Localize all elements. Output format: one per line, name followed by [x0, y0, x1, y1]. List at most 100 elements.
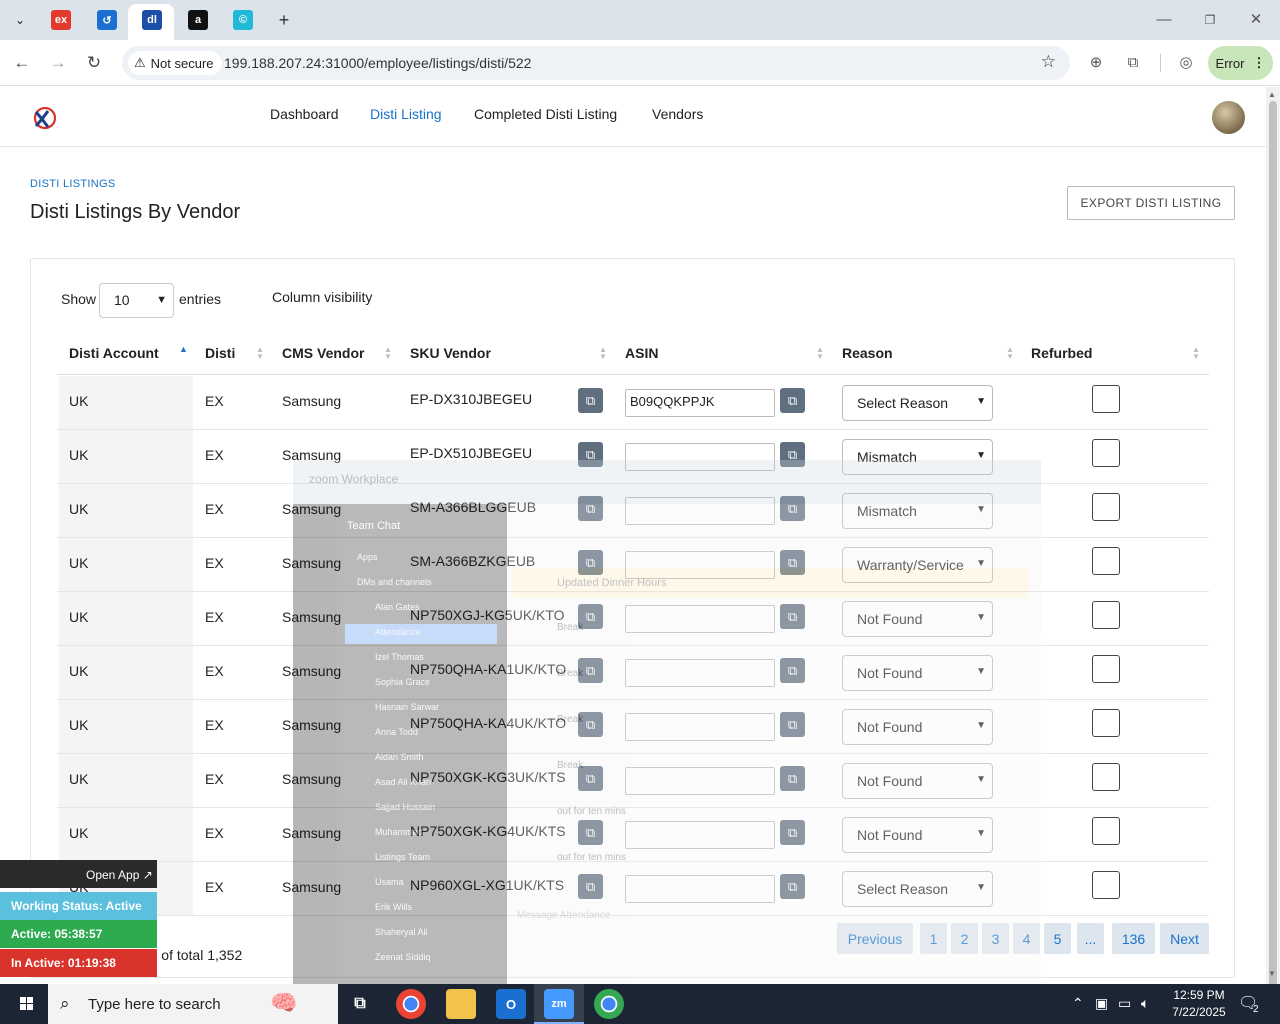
refurbed-checkbox[interactable] [1092, 655, 1120, 683]
th-asin[interactable]: ASIN [625, 345, 658, 361]
clock-time[interactable]: 12:59 PM [1171, 988, 1227, 1002]
network-icon[interactable]: ▭ [1118, 995, 1131, 1012]
refurbed-checkbox[interactable] [1092, 439, 1120, 467]
th-disti[interactable]: Disti [205, 345, 235, 361]
asin-input[interactable] [625, 767, 775, 795]
uk-logo-icon[interactable] [32, 105, 58, 131]
th-disti-account[interactable]: Disti Account [69, 345, 159, 361]
back-arrow-icon[interactable]: ← [10, 51, 34, 75]
copy-asin-button[interactable]: ⧉ [780, 604, 805, 629]
reason-select[interactable]: Mismatch ▼ [842, 493, 993, 529]
pagination-4[interactable]: 4 [1013, 923, 1040, 954]
new-tab-plus-icon[interactable]: + [271, 7, 297, 33]
entries-per-page-select[interactable]: 10 ▼ [99, 283, 174, 318]
security-indicator[interactable]: ⚠ Not secure [128, 51, 222, 75]
windows-start-icon[interactable] [6, 984, 46, 1024]
nav-vendors[interactable]: Vendors [652, 106, 703, 122]
refurbed-checkbox[interactable] [1092, 709, 1120, 737]
copy-asin-button[interactable]: ⧉ [780, 820, 805, 845]
copy-asin-button[interactable]: ⧉ [780, 388, 805, 413]
scroll-down-arrow-icon[interactable]: ▼ [1268, 969, 1276, 978]
c-favicon[interactable]: © [233, 10, 253, 30]
asin-input[interactable] [625, 605, 775, 633]
column-visibility-button[interactable]: Column visibility [272, 289, 372, 305]
reload-icon[interactable]: ↻ [82, 51, 106, 75]
asin-input[interactable] [625, 497, 775, 525]
tray-chevron-up-icon[interactable]: ⌃ [1072, 995, 1084, 1012]
copy-sku-button[interactable]: ⧉ [578, 442, 603, 467]
copy-sku-button[interactable]: ⧉ [578, 874, 603, 899]
refurbed-checkbox[interactable] [1092, 547, 1120, 575]
breadcrumb[interactable]: DISTI LISTINGS [30, 178, 116, 190]
chrome-icon[interactable] [396, 989, 426, 1019]
extensions-puzzle-icon[interactable]: ⧉ [1122, 52, 1144, 74]
copy-asin-button[interactable]: ⧉ [780, 496, 805, 521]
refurbed-checkbox[interactable] [1092, 601, 1120, 629]
pagination-5[interactable]: 5 [1044, 923, 1071, 954]
reason-select[interactable]: Not Found ▼ [842, 601, 993, 637]
task-view-icon[interactable]: ⧉ [345, 989, 375, 1019]
pagination-1[interactable]: 1 [920, 923, 947, 954]
copy-asin-button[interactable]: ⧉ [780, 712, 805, 737]
clock-date[interactable]: 7/22/2025 [1167, 1005, 1231, 1019]
export-disti-listing-button[interactable]: EXPORT DISTI LISTING [1067, 186, 1235, 220]
tab-search-chevron-icon[interactable]: ⌄ [7, 7, 33, 33]
copy-asin-button[interactable]: ⧉ [780, 442, 805, 467]
scrollbar-thumb[interactable] [1269, 101, 1277, 1017]
th-sku-vendor[interactable]: SKU Vendor [410, 345, 491, 361]
copy-sku-button[interactable]: ⧉ [578, 550, 603, 575]
asin-input[interactable] [625, 875, 775, 903]
reason-select[interactable]: Select Reason ▼ [842, 871, 993, 907]
url-text[interactable]: 199.188.207.24:31000/employee/listings/d… [224, 55, 531, 71]
pagination-next[interactable]: Next [1160, 923, 1209, 954]
copy-asin-button[interactable]: ⧉ [780, 658, 805, 683]
open-app-button[interactable]: Open App ↗ [0, 860, 157, 888]
refurbed-checkbox[interactable] [1092, 871, 1120, 899]
outlook-icon[interactable]: O [496, 989, 526, 1019]
volume-icon[interactable]: 🔈︎ [1141, 995, 1149, 1012]
copy-sku-button[interactable]: ⧉ [578, 820, 603, 845]
chrome-profile-icon[interactable] [594, 989, 624, 1019]
translate-globe-icon[interactable]: ⊕ [1085, 52, 1107, 74]
minimize-icon[interactable]: — [1154, 10, 1174, 30]
copy-sku-button[interactable]: ⧉ [578, 496, 603, 521]
pagination-136[interactable]: 136 [1112, 923, 1155, 954]
nav-dashboard[interactable]: Dashboard [270, 106, 339, 122]
profile-icon[interactable]: ◎ [1175, 52, 1197, 74]
th-cms-vendor[interactable]: CMS Vendor [282, 345, 364, 361]
restore-icon[interactable]: ❐ [1200, 10, 1220, 30]
reason-select[interactable]: Mismatch ▼ [842, 439, 993, 475]
copy-asin-button[interactable]: ⧉ [780, 874, 805, 899]
amazon-favicon[interactable]: a [188, 10, 208, 30]
asin-input[interactable]: B09QQKPPJK [625, 389, 775, 417]
blue-arrow-favicon[interactable]: ↺ [97, 10, 117, 30]
close-window-icon[interactable]: ✕ [1246, 10, 1266, 30]
asin-input[interactable] [625, 659, 775, 687]
copy-sku-button[interactable]: ⧉ [578, 712, 603, 737]
scroll-up-arrow-icon[interactable]: ▲ [1268, 90, 1276, 99]
forward-arrow-icon[interactable]: → [46, 51, 70, 75]
reason-select[interactable]: Not Found ▼ [842, 709, 993, 745]
reason-select[interactable]: Warranty/Service ▼ [842, 547, 993, 583]
asin-input[interactable] [625, 443, 775, 471]
pagination-3[interactable]: 3 [982, 923, 1009, 954]
reason-select[interactable]: Select Reason ▼ [842, 385, 993, 421]
taskbar-search-box[interactable]: ⌕ Type here to search 🧠 [48, 984, 338, 1024]
avatar[interactable] [1212, 101, 1245, 134]
pagination-2[interactable]: 2 [951, 923, 978, 954]
reason-select[interactable]: Not Found ▼ [842, 817, 993, 853]
refurbed-checkbox[interactable] [1092, 493, 1120, 521]
asin-input[interactable] [625, 821, 775, 849]
nav-completed-disti-listing[interactable]: Completed Disti Listing [474, 106, 617, 122]
dl-favicon[interactable]: dl [142, 10, 162, 30]
page-scrollbar[interactable]: ▲ ▼ [1266, 87, 1280, 1017]
asin-input[interactable] [625, 551, 775, 579]
copy-asin-button[interactable]: ⧉ [780, 766, 805, 791]
refurbed-checkbox[interactable] [1092, 817, 1120, 845]
asin-input[interactable] [625, 713, 775, 741]
pagination-previous[interactable]: Previous [837, 923, 913, 954]
copy-sku-button[interactable]: ⧉ [578, 766, 603, 791]
reason-select[interactable]: Not Found ▼ [842, 763, 993, 799]
th-refurbed[interactable]: Refurbed [1031, 345, 1092, 361]
file-explorer-icon[interactable] [446, 989, 476, 1019]
